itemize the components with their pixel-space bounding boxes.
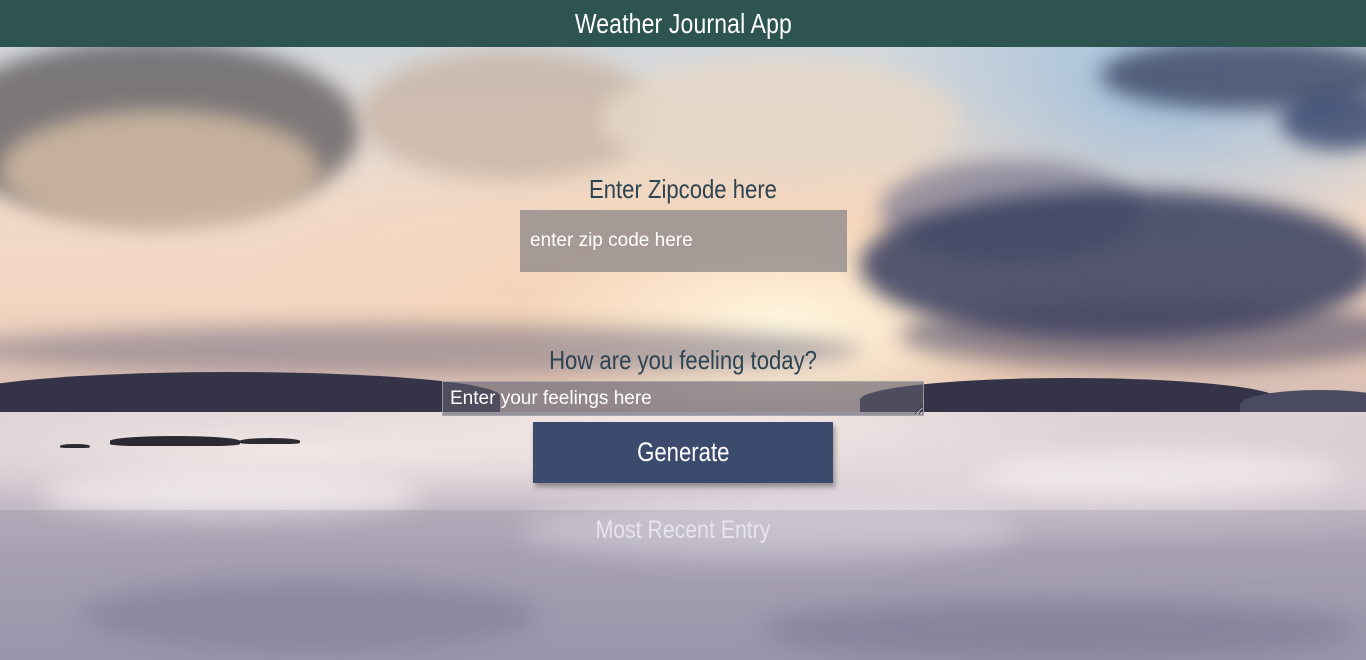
feelings-label: How are you feeling today? [549,345,817,375]
islet [60,444,90,448]
app-title: Weather Journal App [574,7,792,39]
zip-label: Enter Zipcode here [589,174,777,204]
app-header: Weather Journal App [0,0,1366,47]
zip-input[interactable] [520,210,847,272]
feelings-textarea[interactable] [442,381,924,416]
islet [110,436,240,446]
islet [240,438,300,444]
cloud [0,110,320,230]
entry-holder: Most Recent Entry [0,510,1366,660]
islands [60,432,310,448]
fog [980,450,1340,495]
generate-button-label: Generate [636,437,730,467]
generate-button[interactable]: Generate [533,422,833,483]
cloud [600,60,960,180]
entry-title: Most Recent Entry [595,516,771,544]
